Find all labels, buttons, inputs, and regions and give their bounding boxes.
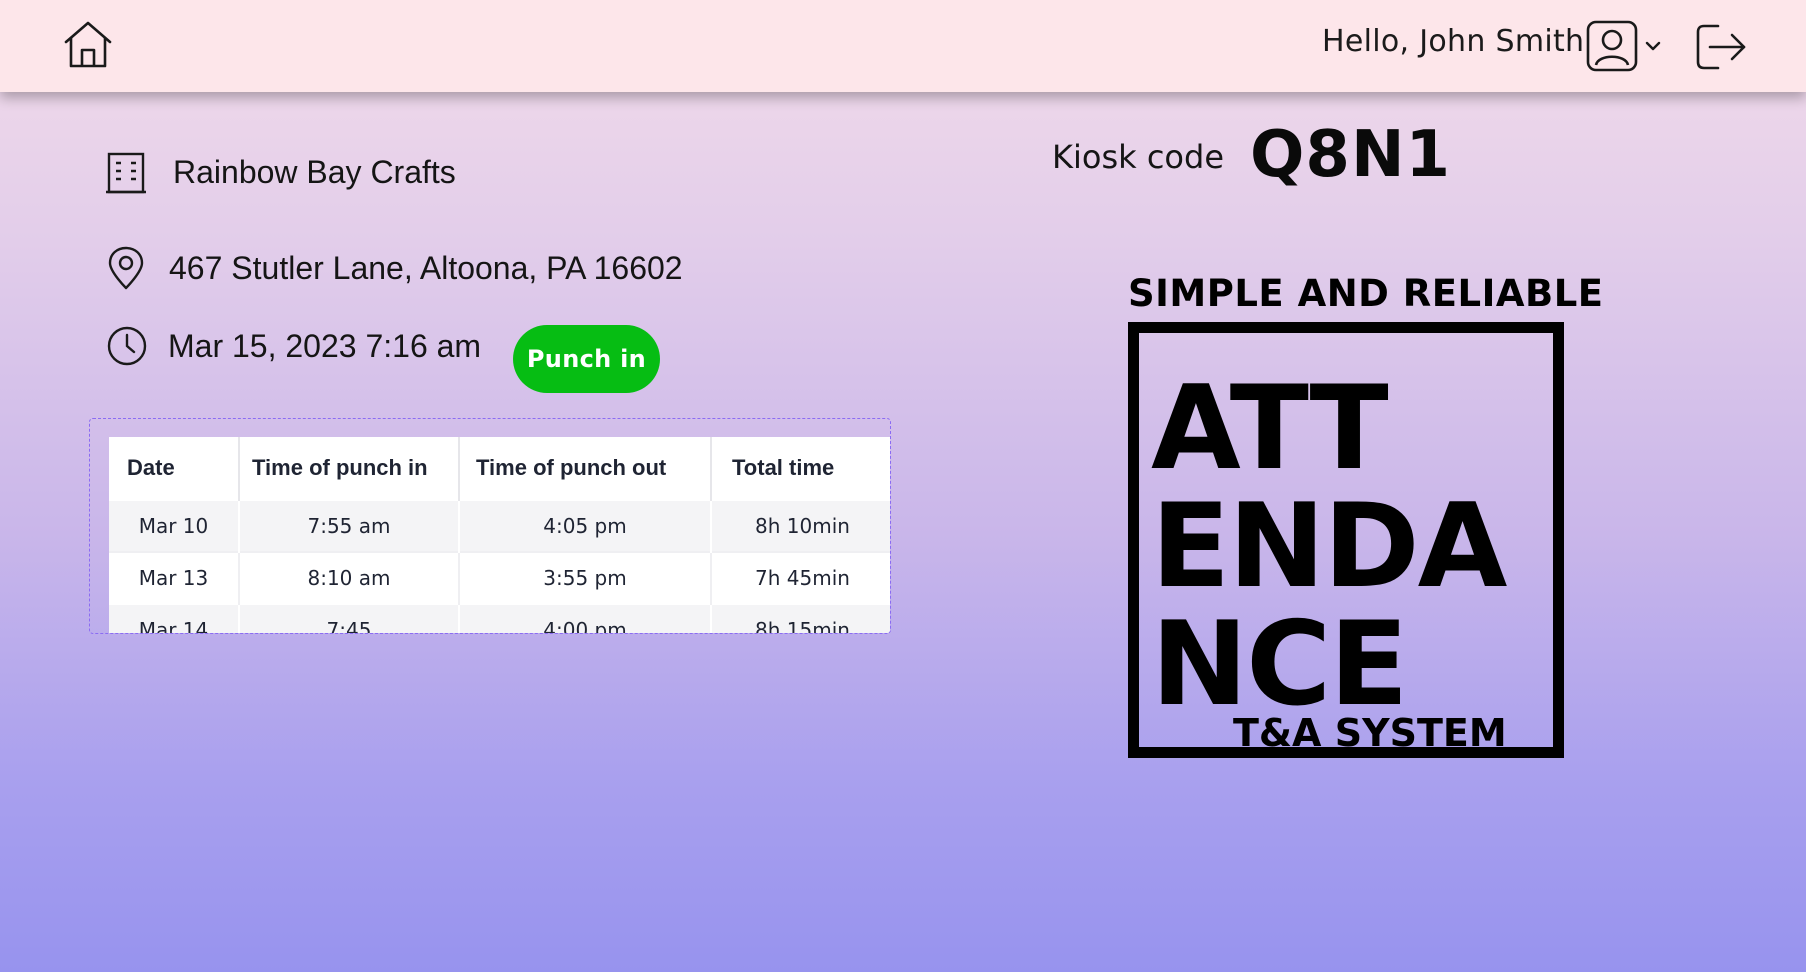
company-row: Rainbow Bay Crafts xyxy=(104,150,456,194)
logo-line-1: ATT xyxy=(1151,361,1389,496)
column-header-punch-in: Time of punch in xyxy=(239,437,460,500)
datetime-row: Mar 15, 2023 7:16 am xyxy=(106,325,481,367)
column-header-total-time: Total time xyxy=(711,437,890,500)
cell-date: Mar 10 xyxy=(109,499,240,552)
logo-line-2: ENDA xyxy=(1151,479,1507,614)
cell-total-time: 8h 10min xyxy=(711,499,890,552)
clock-icon xyxy=(107,326,147,366)
attendance-table: Date Time of punch in Time of punch out … xyxy=(109,437,890,633)
cell-punch-out: 4:00 pm xyxy=(459,603,712,633)
cell-date: Mar 13 xyxy=(109,551,240,604)
column-header-date: Date xyxy=(109,437,240,500)
kiosk-code-value: Q8N1 xyxy=(1250,118,1452,192)
address-text: 467 Stutler Lane, Altoona, PA 16602 xyxy=(169,249,683,286)
home-icon xyxy=(64,21,112,68)
home-button[interactable] xyxy=(62,20,114,70)
table-header-row: Date Time of punch in Time of punch out … xyxy=(109,437,890,500)
current-datetime: Mar 15, 2023 7:16 am xyxy=(168,327,482,364)
logo-frame: ATT ENDA NCE T&A SYSTEM xyxy=(1128,322,1564,758)
cell-punch-out: 4:05 pm xyxy=(459,499,712,552)
attendance-logo: SIMPLE AND RELIABLE ATT ENDA NCE T&A SYS… xyxy=(1128,272,1604,760)
attendance-table-container[interactable]: Date Time of punch in Time of punch out … xyxy=(89,418,891,634)
logo-subtitle: T&A SYSTEM xyxy=(1233,711,1507,755)
kiosk-code-label: Kiosk code xyxy=(1052,138,1224,176)
greeting-text: Hello, John Smith xyxy=(1322,24,1585,59)
logout-button[interactable] xyxy=(1694,22,1748,72)
table-row: Mar 14 7:45 4:00 pm 8h 15min xyxy=(109,603,890,633)
company-name: Rainbow Bay Crafts xyxy=(173,153,456,190)
user-avatar-icon xyxy=(1586,20,1638,72)
punch-in-button[interactable]: Punch in xyxy=(513,325,660,393)
attendance-table-scroll[interactable]: Date Time of punch in Time of punch out … xyxy=(109,437,890,633)
cell-total-time: 8h 15min xyxy=(711,603,890,633)
table-row: Mar 13 8:10 am 3:55 pm 7h 45min xyxy=(109,551,890,604)
map-pin-icon xyxy=(108,246,144,290)
column-header-punch-out: Time of punch out xyxy=(459,437,712,500)
logo-line-3: NCE xyxy=(1151,597,1408,732)
cell-punch-in: 7:55 am xyxy=(239,499,460,552)
chevron-down-icon xyxy=(1645,41,1661,51)
logo-tagline: SIMPLE AND RELIABLE xyxy=(1128,272,1604,315)
logout-icon xyxy=(1696,24,1746,70)
building-icon xyxy=(106,152,146,194)
table-row: Mar 10 7:55 am 4:05 pm 8h 10min xyxy=(109,499,890,552)
top-bar: Hello, John Smith xyxy=(0,0,1806,92)
user-menu-button[interactable] xyxy=(1586,20,1662,72)
address-row: 467 Stutler Lane, Altoona, PA 16602 xyxy=(106,245,683,291)
cell-punch-in: 8:10 am xyxy=(239,551,460,604)
cell-punch-out: 3:55 pm xyxy=(459,551,712,604)
cell-total-time: 7h 45min xyxy=(711,551,890,604)
cell-date: Mar 14 xyxy=(109,603,240,633)
cell-punch-in: 7:45 xyxy=(239,603,460,633)
